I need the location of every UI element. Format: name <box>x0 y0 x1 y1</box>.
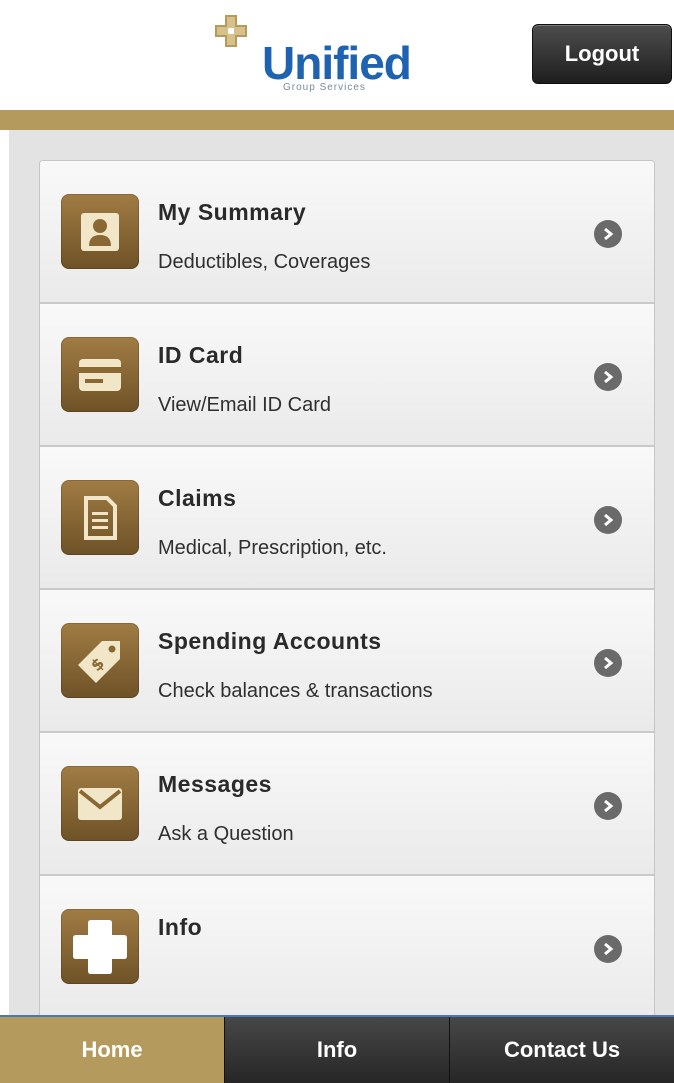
menu-item-title: Claims <box>158 485 237 511</box>
menu-item-title: Spending Accounts <box>158 628 382 654</box>
menu-item-title: Info <box>158 914 203 940</box>
menu-item-subtitle: Check balances & transactions <box>158 680 433 702</box>
person-icon <box>61 194 139 269</box>
chevron-right-icon <box>594 792 622 820</box>
brand-tagline: Group Services <box>283 82 366 93</box>
brand-name: Unified <box>262 37 412 89</box>
menu-item-subtitle: View/Email ID Card <box>158 394 332 416</box>
bottom-tab-bar: Home Info Contact Us <box>0 1015 674 1083</box>
menu-item-subtitle: Ask a Question <box>158 823 294 845</box>
app-header: Unified Group Services Logout <box>0 0 674 112</box>
header-divider <box>0 110 674 130</box>
tab-home[interactable]: Home <box>0 1017 224 1083</box>
menu-item-title: My Summary <box>158 199 307 225</box>
menu-item-messages[interactable]: Messages Ask a Question <box>40 733 654 876</box>
envelope-icon <box>61 766 139 841</box>
menu-item-id-card[interactable]: ID Card View/Email ID Card <box>40 304 654 447</box>
menu-item-my-summary[interactable]: My Summary Deductibles, Coverages <box>40 161 654 304</box>
chevron-right-icon <box>594 935 622 963</box>
id-card-icon <box>61 337 139 412</box>
chevron-right-icon <box>594 363 622 391</box>
document-icon <box>61 480 139 555</box>
tab-contact-us[interactable]: Contact Us <box>449 1017 674 1083</box>
price-tag-icon: $ <box>61 623 139 698</box>
unified-logo[interactable]: Unified Group Services <box>214 14 414 94</box>
tab-info[interactable]: Info <box>224 1017 449 1083</box>
main-menu: My Summary Deductibles, Coverages ID Car… <box>39 160 655 1015</box>
menu-item-title: ID Card <box>158 342 244 368</box>
chevron-right-icon <box>594 649 622 677</box>
menu-item-claims[interactable]: Claims Medical, Prescription, etc. <box>40 447 654 590</box>
chevron-right-icon <box>594 506 622 534</box>
cross-logo-icon <box>215 15 247 47</box>
main-content[interactable]: My Summary Deductibles, Coverages ID Car… <box>0 130 674 1015</box>
menu-item-spending-accounts[interactable]: $ Spending Accounts Check balances & tra… <box>40 590 654 733</box>
menu-item-subtitle: Deductibles, Coverages <box>158 251 371 273</box>
cross-icon <box>61 909 139 984</box>
chevron-right-icon <box>594 220 622 248</box>
menu-item-title: Messages <box>158 771 272 797</box>
menu-item-subtitle: Medical, Prescription, etc. <box>158 537 387 559</box>
logout-button[interactable]: Logout <box>532 24 672 84</box>
menu-item-info[interactable]: Info <box>40 876 654 1015</box>
